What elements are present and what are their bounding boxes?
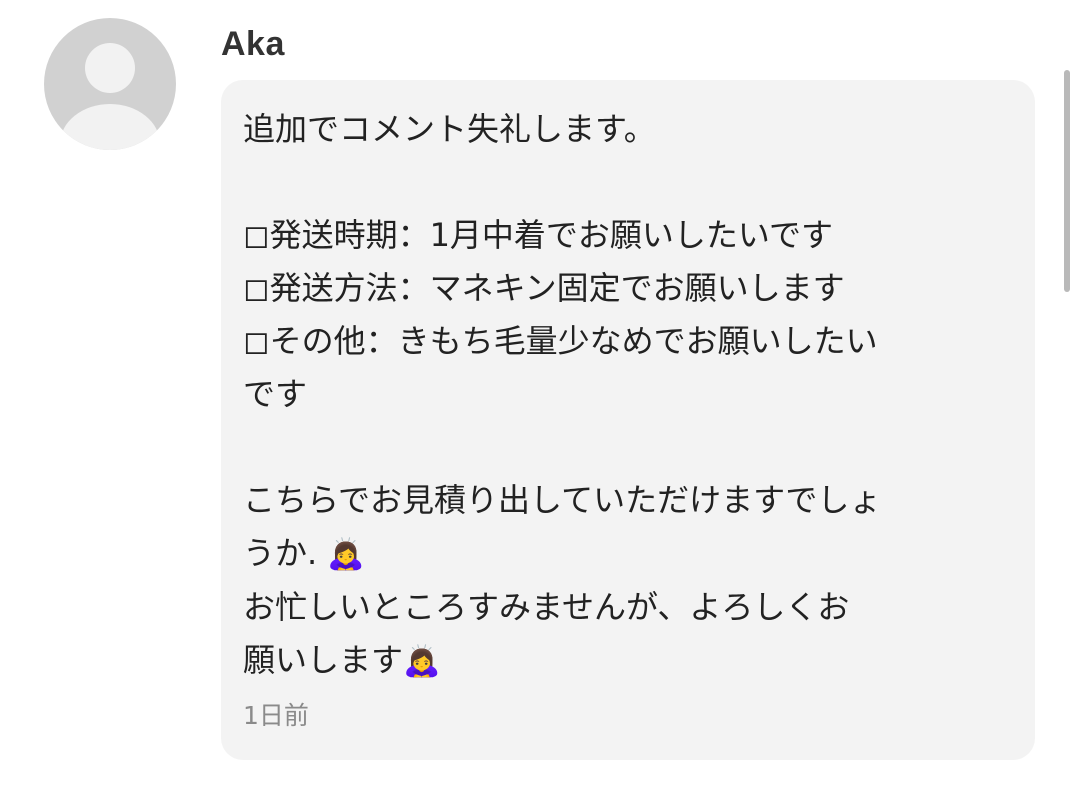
comment-message: 追加でコメント失礼します。 ◻︎発送時期：1月中着でお願いしたいです ◻︎発送方… (243, 103, 1013, 688)
avatar-body-shape (60, 104, 160, 150)
message-line: 願いします (243, 641, 404, 679)
message-line: うか. (243, 534, 318, 572)
comment-author-name[interactable]: Aka (221, 22, 285, 66)
comment-timestamp: 1日前 (243, 701, 309, 730)
message-line: ◻︎発送方法：マネキン固定でお願いします (243, 269, 845, 307)
bowing-emoji-icon: 🙇‍♀️ (403, 644, 441, 679)
user-avatar-icon[interactable] (44, 18, 176, 150)
bowing-emoji-icon: 🙇‍♀️ (327, 537, 365, 572)
comment-bubble: 追加でコメント失礼します。 ◻︎発送時期：1月中着でお願いしたいです ◻︎発送方… (221, 80, 1035, 760)
avatar-head-shape (85, 43, 135, 93)
comment-thread: Aka 追加でコメント失礼します。 ◻︎発送時期：1月中着でお願いしたいです ◻… (0, 0, 1080, 797)
message-line: お忙しいところすみませんが、よろしくお (243, 588, 850, 626)
message-line: ◻︎その他：きもち毛量少なめでお願いしたい (243, 322, 878, 360)
message-line: 追加でコメント失礼します。 (243, 110, 656, 148)
message-line: です (243, 375, 308, 413)
message-line: ◻︎発送時期：1月中着でお願いしたいです (243, 216, 833, 254)
message-line: こちらでお見積り出していただけますでしょ (243, 481, 882, 519)
vertical-scrollbar[interactable] (1064, 70, 1070, 292)
